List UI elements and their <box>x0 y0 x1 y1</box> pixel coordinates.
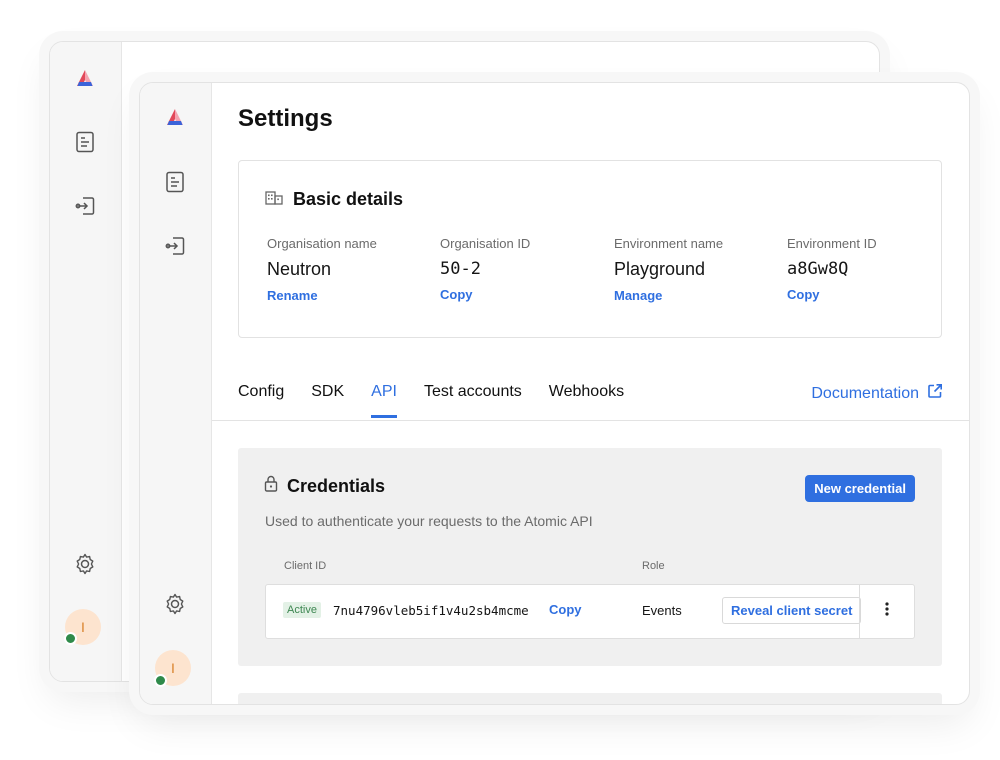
status-badge: Active <box>283 602 321 618</box>
settings-tabs: Config SDK API Test accounts Webhooks <box>238 383 624 418</box>
document-icon[interactable] <box>162 169 188 195</box>
rename-link[interactable]: Rename <box>267 288 318 303</box>
field-organisation-name: Organisation name Neutron Rename <box>267 236 437 305</box>
field-environment-id: Environment ID a8Gw8Q Copy <box>787 236 957 304</box>
external-link-icon <box>927 383 943 404</box>
credentials-title: Credentials <box>287 475 386 496</box>
field-organisation-id: Organisation ID 50-2 Copy <box>440 236 610 304</box>
settings-window: I Settings Basic details Organisation na… <box>139 82 970 705</box>
vertical-dots-icon <box>885 602 889 621</box>
gear-icon[interactable] <box>72 551 98 577</box>
login-arrow-icon[interactable] <box>162 233 188 259</box>
role-value: Events <box>642 603 682 618</box>
credentials-heading: Credentials <box>264 475 385 497</box>
presence-indicator <box>64 632 77 645</box>
documentation-label: Documentation <box>811 384 919 402</box>
column-header-client-id: Client ID <box>284 560 327 572</box>
main-content: Settings Basic details Organisation name… <box>212 83 969 704</box>
basic-details-card: Basic details Organisation name Neutron … <box>238 160 942 338</box>
field-environment-name: Environment name Playground Manage <box>614 236 784 305</box>
field-label: Environment name <box>614 236 724 251</box>
documentation-link[interactable]: Documentation <box>811 383 943 404</box>
avatar-initial: I <box>171 660 175 676</box>
sidebar-back: I <box>50 42 122 681</box>
field-value: Neutron <box>267 259 332 279</box>
basic-details-title: Basic details <box>293 189 404 209</box>
atomic-logo-icon[interactable] <box>72 66 98 92</box>
table-row: Active 7nu4796vleb5if1v4u2sb4mcme Copy E… <box>265 584 915 639</box>
building-icon <box>265 189 283 210</box>
tab-config[interactable]: Config <box>238 383 284 410</box>
tab-webhooks[interactable]: Webhooks <box>549 383 624 410</box>
field-value: a8Gw8Q <box>787 259 849 279</box>
credentials-description: Used to authenticate your requests to th… <box>265 513 593 529</box>
tab-test-accounts[interactable]: Test accounts <box>424 383 522 410</box>
lock-icon <box>264 475 278 497</box>
next-section-panel <box>238 693 942 704</box>
row-menu-button[interactable] <box>859 585 914 638</box>
column-header-role: Role <box>642 560 665 572</box>
reveal-client-secret-button[interactable]: Reveal client secret <box>722 597 862 624</box>
copy-client-id-link[interactable]: Copy <box>549 602 582 617</box>
field-value: Playground <box>614 259 706 279</box>
tabs-divider <box>212 420 969 421</box>
credentials-panel: Credentials New credential Used to authe… <box>238 448 942 666</box>
login-arrow-icon[interactable] <box>72 193 98 219</box>
field-label: Organisation name <box>267 236 377 251</box>
document-icon[interactable] <box>72 129 98 155</box>
presence-indicator <box>154 674 167 687</box>
tab-sdk[interactable]: SDK <box>311 383 344 410</box>
gear-icon[interactable] <box>162 591 188 617</box>
client-id-value: 7nu4796vleb5if1v4u2sb4mcme <box>333 603 529 618</box>
copy-organisation-id-link[interactable]: Copy <box>440 287 473 302</box>
avatar-initial: I <box>81 619 85 635</box>
new-credential-button[interactable]: New credential <box>805 475 915 502</box>
field-value: 50-2 <box>440 259 481 279</box>
page-title: Settings <box>238 105 333 132</box>
field-label: Organisation ID <box>440 236 531 251</box>
copy-environment-id-link[interactable]: Copy <box>787 287 820 302</box>
atomic-logo-icon[interactable] <box>162 105 188 131</box>
basic-details-heading: Basic details <box>265 189 403 210</box>
tab-api[interactable]: API <box>371 383 397 418</box>
manage-environment-link[interactable]: Manage <box>614 288 662 303</box>
field-label: Environment ID <box>787 236 877 251</box>
sidebar: I <box>140 83 212 704</box>
